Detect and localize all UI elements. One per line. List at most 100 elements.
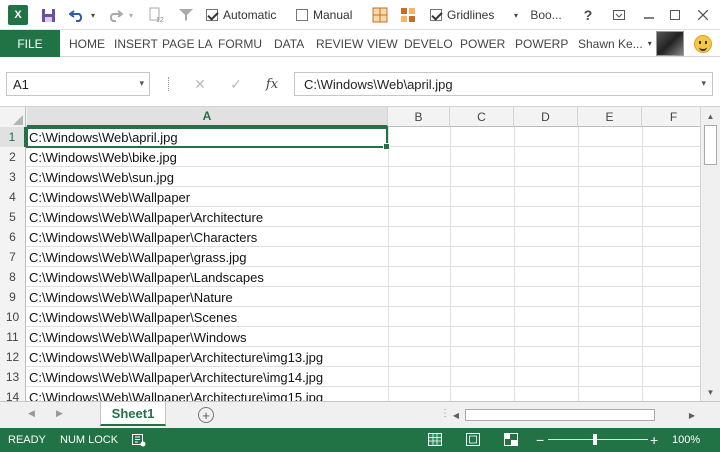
- scroll-left-icon[interactable]: ◀: [449, 408, 463, 422]
- page-break-view-icon[interactable]: [504, 433, 518, 446]
- row-header[interactable]: 2: [0, 147, 26, 167]
- undo-dropdown-icon[interactable]: ▾: [88, 5, 98, 25]
- column-header-c[interactable]: C: [450, 107, 514, 127]
- filter-icon[interactable]: [176, 5, 196, 25]
- row-header[interactable]: 10: [0, 307, 26, 327]
- borders-icon[interactable]: [370, 5, 390, 25]
- name-box[interactable]: A1 ▾: [6, 72, 150, 96]
- column-header-f[interactable]: F: [642, 107, 700, 127]
- close-icon[interactable]: [692, 4, 714, 26]
- tab-page-layout[interactable]: PAGE LA: [162, 30, 212, 57]
- worksheet-grid[interactable]: A B C D E F 1 C:\Windows\Web\april.jpg 2 C:…: [0, 107, 700, 401]
- cell-a[interactable]: C:\Windows\Web\Wallpaper\Nature: [27, 287, 387, 307]
- cell-a[interactable]: C:\Windows\Web\Wallpaper\Architecture\im…: [27, 367, 387, 387]
- manual-checkbox[interactable]: Manual: [296, 5, 358, 25]
- normal-view-icon[interactable]: [428, 433, 442, 446]
- column-header-e[interactable]: E: [578, 107, 642, 127]
- formula-bar-grip[interactable]: [168, 77, 170, 91]
- smiley-feedback-icon[interactable]: [694, 35, 712, 53]
- scroll-up-icon[interactable]: ▲: [701, 109, 720, 123]
- row-header[interactable]: 13: [0, 367, 26, 387]
- horizontal-scroll-thumb[interactable]: [465, 409, 655, 421]
- cell-a[interactable]: C:\Windows\Web\Wallpaper\Architecture\im…: [27, 347, 387, 367]
- scroll-right-icon[interactable]: ▶: [685, 408, 699, 422]
- save-icon[interactable]: [38, 5, 58, 25]
- window-restore-icon[interactable]: [608, 4, 630, 26]
- row-header[interactable]: 7: [0, 247, 26, 267]
- redo-icon[interactable]: [106, 5, 124, 25]
- tab-insert[interactable]: INSERT: [114, 30, 158, 57]
- cell-a[interactable]: C:\Windows\Web\sun.jpg: [27, 167, 387, 187]
- cell-a[interactable]: C:\Windows\Web\Wallpaper: [27, 187, 387, 207]
- column-header-a[interactable]: A: [27, 107, 388, 127]
- tab-developer[interactable]: DEVELO: [404, 30, 453, 57]
- grid-column-line: [514, 267, 515, 287]
- tab-home[interactable]: HOME: [69, 30, 105, 57]
- column-header-b[interactable]: B: [388, 107, 450, 127]
- cell-a[interactable]: C:\Windows\Web\april.jpg: [27, 127, 387, 147]
- excel-logo-icon[interactable]: X: [8, 5, 28, 25]
- cell-a[interactable]: C:\Windows\Web\Wallpaper\Windows: [27, 327, 387, 347]
- row-header[interactable]: 14: [0, 387, 26, 401]
- cancel-icon[interactable]: ✕: [186, 72, 214, 96]
- scroll-down-icon[interactable]: ▼: [701, 385, 720, 399]
- gridlines-checkbox[interactable]: Gridlines: [430, 5, 502, 25]
- sheet-tab-sheet1[interactable]: Sheet1: [100, 402, 166, 426]
- zoom-in-button[interactable]: +: [650, 428, 658, 452]
- cell-a[interactable]: C:\Windows\Web\bike.jpg: [27, 147, 387, 167]
- row-header[interactable]: 8: [0, 267, 26, 287]
- zoom-out-button[interactable]: −: [536, 428, 544, 452]
- zoom-slider-thumb[interactable]: [593, 434, 597, 445]
- cell-a[interactable]: C:\Windows\Web\Wallpaper\Characters: [27, 227, 387, 247]
- row-header[interactable]: 12: [0, 347, 26, 367]
- column-header-d[interactable]: D: [514, 107, 578, 127]
- cell-a[interactable]: C:\Windows\Web\Wallpaper\Architecture\im…: [27, 387, 387, 402]
- row-header[interactable]: 4: [0, 187, 26, 207]
- horizontal-scrollbar[interactable]: ◀ ▶: [449, 407, 699, 423]
- insert-function-icon[interactable]: fx: [258, 72, 286, 96]
- row-header[interactable]: 11: [0, 327, 26, 347]
- user-account[interactable]: Shawn Ke... ▾: [578, 30, 652, 57]
- cell-a[interactable]: C:\Windows\Web\Wallpaper\Landscapes: [27, 267, 387, 287]
- automatic-checkbox[interactable]: Automatic: [206, 5, 286, 25]
- enter-icon[interactable]: ✓: [222, 72, 250, 96]
- chevron-down-icon[interactable]: ▾: [509, 5, 523, 25]
- next-sheet-icon[interactable]: ▶: [56, 408, 63, 419]
- prev-sheet-icon[interactable]: ◀: [28, 408, 35, 419]
- tab-formulas[interactable]: FORMU: [218, 30, 262, 57]
- macro-record-icon[interactable]: [132, 428, 146, 452]
- page-layout-view-icon[interactable]: [466, 433, 480, 446]
- row-header[interactable]: 5: [0, 207, 26, 227]
- zoom-level[interactable]: 100%: [672, 428, 700, 452]
- chevron-down-icon[interactable]: ▾: [139, 78, 144, 89]
- row-header[interactable]: 6: [0, 227, 26, 247]
- maximize-icon[interactable]: [664, 4, 686, 26]
- tab-review[interactable]: REVIEW: [316, 30, 363, 57]
- minimize-icon[interactable]: [638, 4, 660, 26]
- tab-powerpivot[interactable]: POWERP: [515, 30, 568, 57]
- tab-data[interactable]: DATA: [274, 30, 304, 57]
- help-icon[interactable]: ?: [577, 4, 599, 26]
- vertical-scrollbar[interactable]: ▲ ▼: [700, 107, 720, 401]
- chevron-down-icon[interactable]: ▾: [701, 78, 706, 89]
- zoom-slider[interactable]: [548, 439, 648, 440]
- developer-icon[interactable]: [398, 5, 418, 25]
- row-header[interactable]: 9: [0, 287, 26, 307]
- tab-file[interactable]: FILE: [0, 30, 60, 57]
- undo-icon[interactable]: [68, 5, 86, 25]
- add-sheet-icon[interactable]: +: [198, 407, 214, 423]
- vertical-scroll-thumb[interactable]: [704, 125, 717, 165]
- tab-power[interactable]: POWER: [460, 30, 505, 57]
- grid-column-line: [450, 307, 451, 327]
- formula-input[interactable]: C:\Windows\Web\april.jpg ▾: [294, 72, 713, 96]
- row-header[interactable]: 1: [0, 127, 26, 147]
- calculator-icon[interactable]: 12: [146, 5, 166, 25]
- row-header[interactable]: 3: [0, 167, 26, 187]
- tab-view[interactable]: VIEW: [367, 30, 398, 57]
- cell-a[interactable]: C:\Windows\Web\Wallpaper\grass.jpg: [27, 247, 387, 267]
- select-all-button[interactable]: [0, 107, 26, 127]
- avatar[interactable]: [656, 31, 684, 56]
- redo-dropdown-icon[interactable]: ▾: [126, 5, 136, 25]
- cell-a[interactable]: C:\Windows\Web\Wallpaper\Architecture: [27, 207, 387, 227]
- cell-a[interactable]: C:\Windows\Web\Wallpaper\Scenes: [27, 307, 387, 327]
